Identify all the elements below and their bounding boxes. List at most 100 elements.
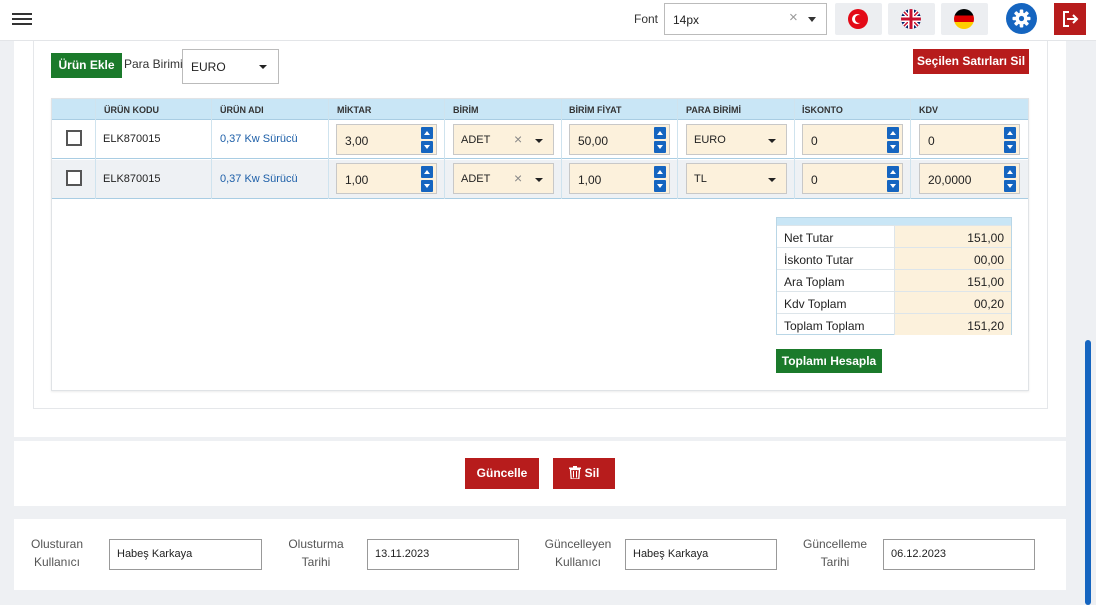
add-product-button[interactable]: Ürün Ekle — [51, 53, 122, 78]
label-line: Tarihi — [820, 555, 850, 569]
increment-icon[interactable] — [654, 166, 666, 178]
unit-value: ADET — [461, 134, 491, 146]
delete-button-label: Sil — [584, 466, 600, 480]
column-header: ÜRÜN KODU — [104, 105, 159, 115]
increment-icon[interactable] — [421, 127, 433, 139]
quantity-stepper[interactable] — [421, 166, 433, 192]
column-divider — [444, 99, 445, 199]
currency-value: EURO — [191, 60, 226, 74]
column-divider — [328, 99, 329, 199]
delete-selected-rows-button[interactable]: Seçilen Satırları Sil — [913, 49, 1029, 74]
column-header: MİKTAR — [337, 105, 372, 115]
vertical-scrollbar[interactable] — [1085, 340, 1091, 605]
decrement-icon[interactable] — [654, 180, 666, 192]
quantity-input[interactable]: 3,00 — [336, 124, 437, 155]
logout-icon — [1063, 11, 1079, 27]
quantity-input[interactable]: 1,00 — [336, 163, 437, 194]
vat-input[interactable]: 0 — [919, 124, 1020, 155]
table-row: ELK870015 0,37 Kw Sürücü 1,00 ADET × 1,0… — [52, 160, 1028, 199]
totals-label: Kdv Toplam — [784, 297, 847, 311]
chevron-down-icon — [535, 139, 543, 143]
increment-icon[interactable] — [887, 166, 899, 178]
table-row: ELK870015 0,37 Kw Sürücü 3,00 ADET × 50,… — [52, 120, 1028, 159]
label-line: Olusturma — [288, 537, 344, 551]
quantity-stepper[interactable] — [421, 127, 433, 153]
totals-header — [777, 218, 1011, 225]
font-size-select[interactable]: 14px × — [664, 3, 827, 35]
totals-value: 151,00 — [967, 231, 1004, 245]
hamburger-menu-icon[interactable] — [12, 10, 32, 28]
vat-stepper[interactable] — [1004, 127, 1016, 153]
totals-row: Toplam Toplam 151,20 — [777, 313, 1011, 335]
chevron-down-icon — [259, 65, 267, 69]
updated-at-field: 06.12.2023 — [883, 539, 1035, 570]
unit-price-input[interactable]: 50,00 — [569, 124, 670, 155]
decrement-icon[interactable] — [1004, 180, 1016, 192]
created-by-value: Habeş Karkaya — [117, 548, 193, 560]
row-checkbox[interactable] — [66, 130, 82, 146]
chevron-down-icon — [768, 139, 776, 143]
delete-button[interactable]: Sil — [553, 458, 615, 489]
discount-input[interactable]: 0 — [802, 124, 903, 155]
updated-at-value: 06.12.2023 — [891, 548, 947, 560]
settings-button[interactable] — [1006, 3, 1037, 34]
product-code: ELK870015 — [103, 173, 161, 185]
label-line: Güncelleme — [802, 537, 868, 551]
language-german-button[interactable] — [941, 3, 988, 35]
decrement-icon[interactable] — [421, 180, 433, 192]
discount-input[interactable]: 0 — [802, 163, 903, 194]
updated-by-value: Habeş Karkaya — [633, 548, 709, 560]
unit-select[interactable]: ADET × — [453, 163, 554, 194]
created-by-field: Habeş Karkaya — [109, 539, 262, 570]
update-button[interactable]: Güncelle — [465, 458, 539, 489]
logout-button[interactable] — [1054, 3, 1086, 35]
column-divider — [561, 99, 562, 199]
column-header: PARA BİRİMİ — [686, 105, 741, 115]
decrement-icon[interactable] — [654, 141, 666, 153]
vat-input[interactable]: 20,0000 — [919, 163, 1020, 194]
increment-icon[interactable] — [654, 127, 666, 139]
vat-stepper[interactable] — [1004, 166, 1016, 192]
row-currency-select[interactable]: TL — [686, 163, 787, 194]
product-name-link[interactable]: 0,37 Kw Sürücü — [220, 133, 298, 145]
increment-icon[interactable] — [1004, 127, 1016, 139]
discount-value: 0 — [811, 134, 818, 148]
unit-select[interactable]: ADET × — [453, 124, 554, 155]
totals-label: Toplam Toplam — [784, 319, 865, 333]
english-flag-icon — [901, 9, 921, 29]
unit-price-input[interactable]: 1,00 — [569, 163, 670, 194]
increment-icon[interactable] — [1004, 166, 1016, 178]
language-turkish-button[interactable] — [835, 3, 882, 35]
clear-icon[interactable]: × — [514, 131, 522, 147]
decrement-icon[interactable] — [421, 141, 433, 153]
unit-price-stepper[interactable] — [654, 127, 666, 153]
currency-select[interactable]: EURO — [182, 49, 279, 84]
clear-icon[interactable]: × — [789, 9, 798, 26]
chevron-down-icon[interactable] — [808, 17, 816, 22]
calculate-total-button[interactable]: Toplamı Hesapla — [776, 349, 882, 373]
unit-price-stepper[interactable] — [654, 166, 666, 192]
gear-icon — [1012, 9, 1031, 28]
decrement-icon[interactable] — [1004, 141, 1016, 153]
unit-price-value: 50,00 — [578, 134, 609, 148]
action-card — [14, 441, 1066, 506]
increment-icon[interactable] — [421, 166, 433, 178]
product-name-link[interactable]: 0,37 Kw Sürücü — [220, 173, 298, 185]
decrement-icon[interactable] — [887, 180, 899, 192]
clear-icon[interactable]: × — [514, 170, 522, 186]
row-currency-select[interactable]: EURO — [686, 124, 787, 155]
label-line: Kullanıcı — [33, 555, 81, 569]
column-divider — [677, 99, 678, 199]
row-checkbox[interactable] — [66, 170, 82, 186]
quantity-value: 3,00 — [345, 134, 369, 148]
updated-by-field: Habeş Karkaya — [625, 539, 777, 570]
unit-price-value: 1,00 — [578, 173, 602, 187]
language-english-button[interactable] — [888, 3, 935, 35]
german-flag-icon — [954, 9, 974, 29]
discount-stepper[interactable] — [887, 166, 899, 192]
totals-label: İskonto Tutar — [784, 253, 854, 267]
decrement-icon[interactable] — [887, 141, 899, 153]
totals-value: 151,20 — [967, 319, 1004, 333]
increment-icon[interactable] — [887, 127, 899, 139]
discount-stepper[interactable] — [887, 127, 899, 153]
